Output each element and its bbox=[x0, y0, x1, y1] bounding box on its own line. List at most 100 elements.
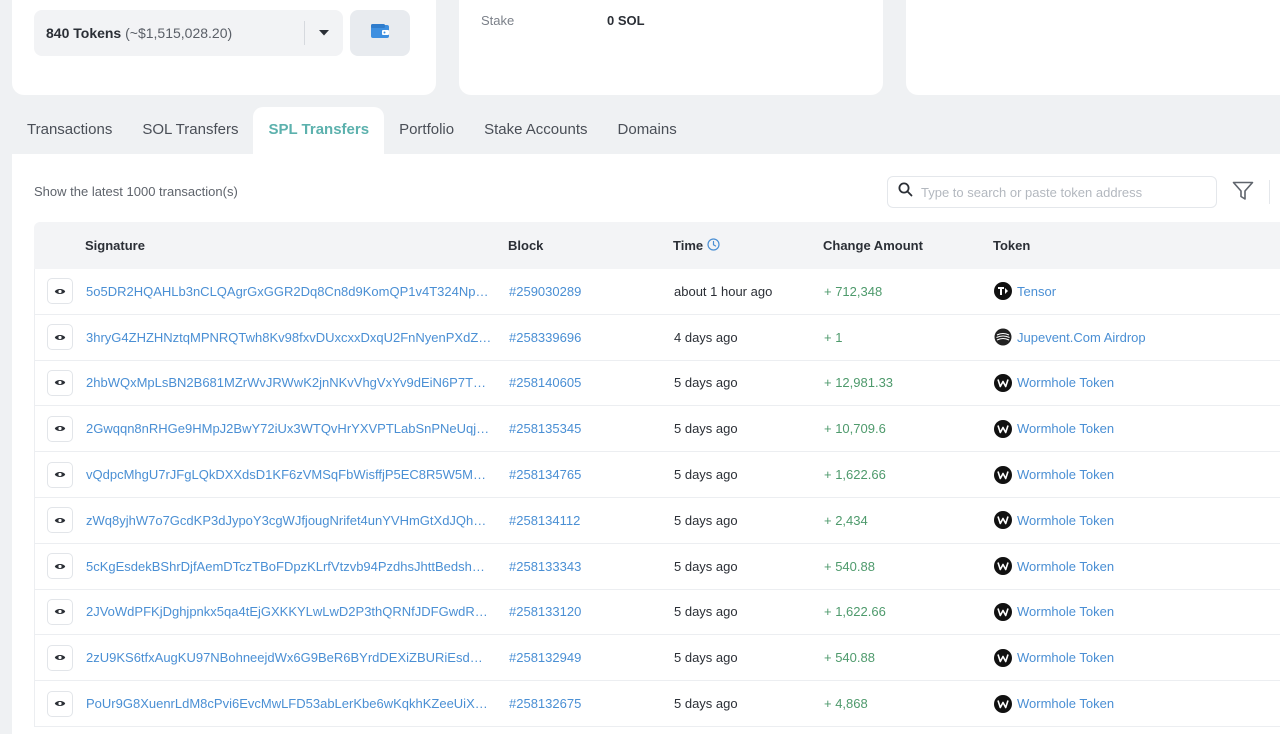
eye-icon bbox=[54, 375, 66, 390]
token-link[interactable]: Wormhole Token bbox=[1017, 559, 1114, 574]
tab-spl-transfers[interactable]: SPL Transfers bbox=[253, 107, 385, 154]
table-row: 2zU9KS6tfxAugKU97NBohneejdWx6G9BeR6BYrdD… bbox=[34, 635, 1280, 682]
token-cell: Wormhole Token bbox=[994, 465, 1274, 484]
row-eye-cell bbox=[35, 278, 85, 305]
eye-icon bbox=[54, 513, 66, 528]
token-cell: Wormhole Token bbox=[994, 373, 1274, 392]
signature-link[interactable]: 2hbWQxMpLsBN2B681MZrWvJRWwK2jnNKvVhgVxYv… bbox=[85, 375, 509, 390]
view-details-button[interactable] bbox=[47, 553, 73, 580]
header-time-label: Time bbox=[673, 238, 704, 253]
block-link[interactable]: #258134765 bbox=[509, 467, 674, 482]
signature-link[interactable]: PoUr9G8XuenrLdM8cPvi6EvcMwLFD53abLerKbe6… bbox=[85, 696, 509, 711]
token-link[interactable]: Wormhole Token bbox=[1017, 604, 1114, 619]
view-details-button[interactable] bbox=[47, 369, 73, 396]
view-details-button[interactable] bbox=[47, 690, 73, 717]
time-cell: 4 days ago bbox=[674, 329, 738, 345]
token-link[interactable]: Wormhole Token bbox=[1017, 650, 1114, 665]
token-search[interactable] bbox=[887, 176, 1217, 208]
block-link[interactable]: #258140605 bbox=[509, 375, 674, 390]
signature-link[interactable]: 2JVoWdPFKjDghjpnkx5qa4tEjGXKKYLwLwD2P3th… bbox=[85, 604, 509, 619]
eye-icon bbox=[54, 330, 66, 345]
time-cell: 5 days ago bbox=[674, 375, 738, 391]
eye-icon bbox=[54, 696, 66, 711]
stake-row: Stake 0 SOL bbox=[481, 13, 645, 28]
block-link[interactable]: #258132949 bbox=[509, 650, 674, 665]
wormhole-icon bbox=[994, 602, 1012, 621]
jupevent-icon bbox=[994, 328, 1012, 346]
time-cell: 5 days ago bbox=[674, 421, 738, 437]
tensor-icon bbox=[994, 282, 1012, 301]
time-cell: 5 days ago bbox=[674, 650, 738, 666]
tab-domains[interactable]: Domains bbox=[603, 107, 692, 154]
header-block: Block bbox=[508, 238, 544, 253]
table-row: 2hbWQxMpLsBN2B681MZrWvJRWwK2jnNKvVhgVxYv… bbox=[34, 360, 1280, 407]
tab-sol-transfers[interactable]: SOL Transfers bbox=[127, 107, 253, 154]
side-card bbox=[906, 0, 1280, 95]
view-details-button[interactable] bbox=[47, 415, 73, 442]
time-cell: 5 days ago bbox=[674, 696, 738, 712]
view-details-button[interactable] bbox=[47, 507, 73, 534]
signature-link[interactable]: vQdpcMhgU7rJFgLQkDXXdsD1KF6zVMSqFbWisffj… bbox=[85, 467, 509, 482]
view-details-button[interactable] bbox=[47, 324, 73, 351]
signature-link[interactable]: 2Gwqqn8nRHGe9HMpJ2BwY72iUx3WTQvHrYXVPTLa… bbox=[85, 421, 509, 436]
token-cell: Wormhole Token bbox=[994, 419, 1274, 438]
toolbar-divider bbox=[1269, 180, 1270, 204]
token-link[interactable]: Wormhole Token bbox=[1017, 421, 1114, 436]
table-row: vQdpcMhgU7rJFgLQkDXXdsD1KF6zVMSqFbWisffj… bbox=[34, 452, 1280, 498]
caret-down-icon[interactable] bbox=[305, 10, 343, 56]
token-cell: Wormhole Token bbox=[994, 602, 1274, 621]
search-input[interactable] bbox=[921, 184, 1201, 200]
block-link[interactable]: #258133343 bbox=[509, 559, 674, 574]
block-link[interactable]: #258339696 bbox=[509, 330, 674, 345]
token-link[interactable]: Wormhole Token bbox=[1017, 513, 1114, 528]
header-time[interactable]: Time bbox=[673, 237, 823, 254]
block-link[interactable]: #258134112 bbox=[509, 513, 674, 528]
view-details-button[interactable] bbox=[47, 461, 73, 488]
signature-link[interactable]: 5o5DR2HQAHLb3nCLQAgrGxGGR2Dq8Cn8d9KomQP1… bbox=[85, 284, 509, 299]
signature-link[interactable]: 5cKgEsdekBShrDjfAemDTczTBoFDpzKLrfVtzvb9… bbox=[85, 559, 509, 574]
token-dropdown[interactable]: 840 Tokens (~$1,515,028.20) bbox=[34, 10, 343, 56]
block-link[interactable]: #259030289 bbox=[509, 284, 674, 299]
token-cell: Wormhole Token bbox=[994, 648, 1274, 667]
time-cell: about 1 hour ago bbox=[674, 283, 773, 299]
tab-stake-accounts[interactable]: Stake Accounts bbox=[469, 107, 602, 154]
tab-portfolio[interactable]: Portfolio bbox=[384, 107, 469, 154]
table-row: 5o5DR2HQAHLb3nCLQAgrGxGGR2Dq8Cn8d9KomQP1… bbox=[34, 269, 1280, 315]
transaction-summary: Show the latest 1000 transaction(s) bbox=[34, 184, 238, 199]
signature-link[interactable]: 3hryG4ZHZHNztqMPNRQTwh8Kv98fxvDUxcxxDxqU… bbox=[85, 330, 509, 345]
block-link[interactable]: #258135345 bbox=[509, 421, 674, 436]
clock-icon[interactable] bbox=[703, 237, 720, 254]
signature-link[interactable]: 2zU9KS6tfxAugKU97NBohneejdWx6G9BeR6BYrdD… bbox=[85, 650, 509, 665]
stake-label: Stake bbox=[481, 13, 515, 28]
change-amount-cell: + 712,348 bbox=[824, 283, 883, 299]
token-cell: Jupevent.Com Airdrop bbox=[994, 328, 1274, 346]
transfers-table: Signature Block Time Change Amount Token… bbox=[34, 222, 1280, 727]
token-link[interactable]: Jupevent.Com Airdrop bbox=[1017, 330, 1146, 345]
token-link[interactable]: Wormhole Token bbox=[1017, 467, 1114, 482]
token-link[interactable]: Wormhole Token bbox=[1017, 696, 1114, 711]
view-details-button[interactable] bbox=[47, 278, 73, 305]
eye-icon bbox=[54, 604, 66, 619]
table-row: 2JVoWdPFKjDghjpnkx5qa4tEjGXKKYLwLwD2P3th… bbox=[34, 589, 1280, 636]
filter-button[interactable] bbox=[1230, 180, 1256, 206]
row-eye-cell bbox=[35, 644, 85, 671]
signature-link[interactable]: zWq8yjhW7o7GcdKP3dJypoY3cgWJfjougNrifet4… bbox=[85, 513, 509, 528]
change-amount-cell: + 10,709.6 bbox=[824, 421, 886, 437]
token-link[interactable]: Wormhole Token bbox=[1017, 375, 1114, 390]
token-usd-value: (~$1,515,028.20) bbox=[125, 25, 233, 41]
eye-icon bbox=[54, 421, 66, 436]
header-signature: Signature bbox=[85, 238, 145, 253]
change-amount-cell: + 540.88 bbox=[824, 558, 875, 574]
token-link[interactable]: Tensor bbox=[1017, 284, 1056, 299]
view-details-button[interactable] bbox=[47, 644, 73, 671]
table-row: 2Gwqqn8nRHGe9HMpJ2BwY72iUx3WTQvHrYXVPTLa… bbox=[34, 406, 1280, 453]
row-eye-cell bbox=[35, 598, 85, 625]
tab-transactions[interactable]: Transactions bbox=[12, 107, 127, 154]
block-link[interactable]: #258133120 bbox=[509, 604, 674, 619]
wallet-button[interactable] bbox=[350, 10, 410, 56]
token-count: 840 Tokens bbox=[46, 25, 122, 41]
view-details-button[interactable] bbox=[47, 598, 73, 625]
block-link[interactable]: #258132675 bbox=[509, 696, 674, 711]
wormhole-icon bbox=[994, 419, 1012, 438]
table-row: PoUr9G8XuenrLdM8cPvi6EvcMwLFD53abLerKbe6… bbox=[34, 681, 1280, 727]
